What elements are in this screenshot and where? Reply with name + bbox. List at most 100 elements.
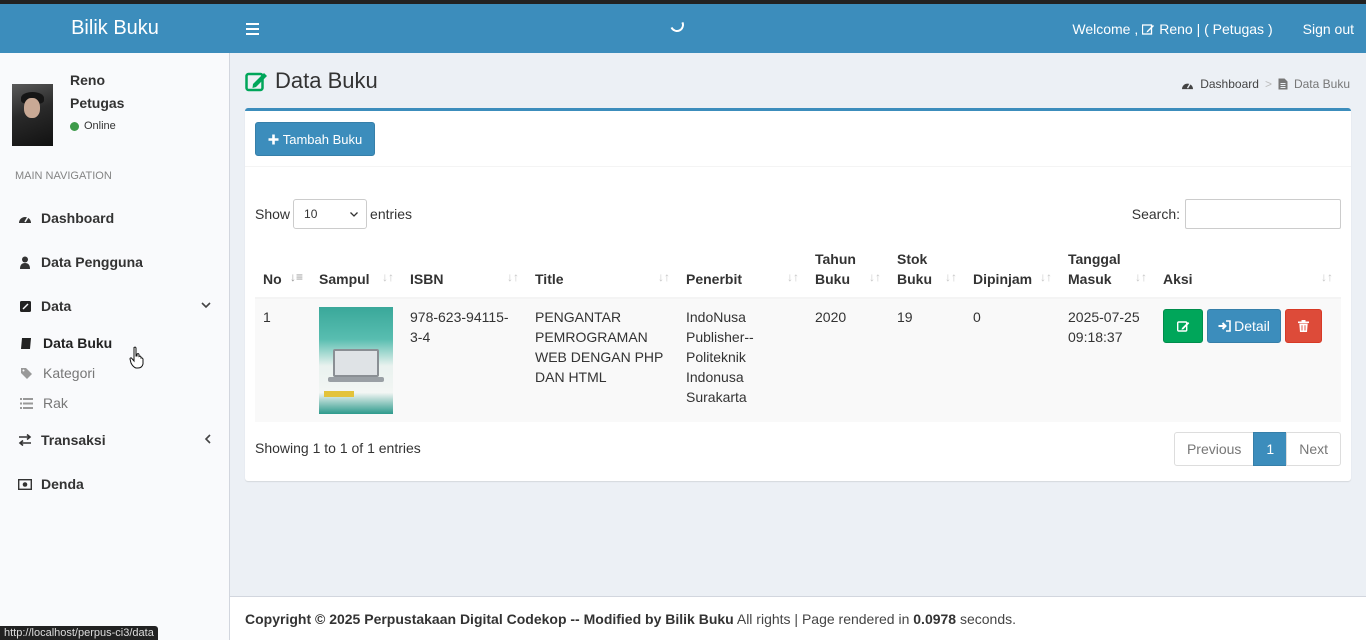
cell-no: 1 bbox=[255, 298, 311, 422]
breadcrumb-home[interactable]: Dashboard bbox=[1200, 77, 1259, 91]
edit-button[interactable] bbox=[1163, 309, 1203, 343]
page-loading-bar bbox=[0, 0, 1366, 4]
sidebar: Reno Petugas Online MAIN NAVIGATION Dash… bbox=[0, 53, 230, 640]
table-header-row: No ↓≡ Sampul ↓↑ ISBN ↓↑ Title ↓↑ Penerbit ↓↑ … bbox=[255, 240, 1341, 299]
column-header-title[interactable]: Title ↓↑ bbox=[527, 240, 678, 299]
page-title: Data Buku bbox=[245, 68, 378, 94]
column-label: Dipinjam bbox=[973, 271, 1033, 287]
detail-button[interactable]: Detail bbox=[1207, 309, 1281, 343]
breadcrumb-separator: > bbox=[1264, 77, 1272, 91]
pagination-previous[interactable]: Previous bbox=[1173, 432, 1255, 466]
sidebar-subitem-label: Data Buku bbox=[43, 335, 113, 351]
user-status: Online bbox=[70, 120, 116, 132]
money-icon bbox=[18, 477, 32, 491]
edit-icon bbox=[245, 72, 267, 92]
column-label: ISBN bbox=[410, 271, 444, 287]
main-header: Bilik Buku Welcome , Reno | ( Petugas ) … bbox=[0, 4, 1366, 53]
sort-icon: ↓↑ bbox=[658, 270, 670, 284]
sidebar-toggle-icon[interactable] bbox=[230, 4, 274, 53]
pagination-next[interactable]: Next bbox=[1286, 432, 1341, 466]
trash-icon bbox=[1298, 320, 1309, 332]
cell-title: PENGANTAR PEMROGRAMAN WEB DENGAN PHP DAN… bbox=[527, 298, 678, 422]
book-icon bbox=[18, 299, 32, 313]
sort-icon: ↓≡ bbox=[289, 270, 303, 284]
pagination-page-1[interactable]: 1 bbox=[1253, 432, 1288, 466]
column-header-dipinjam[interactable]: Dipinjam ↓↑ bbox=[965, 240, 1060, 299]
entries-length: Show 10 entries bbox=[255, 199, 412, 229]
user-panel: Reno Petugas Online bbox=[0, 53, 229, 163]
column-label: Tahun Buku bbox=[815, 251, 856, 287]
footer: Copyright © 2025 Perpustakaan Digital Co… bbox=[230, 596, 1366, 640]
cell-stok: 19 bbox=[889, 298, 965, 422]
loading-spinner-icon bbox=[668, 16, 686, 34]
nav-header: MAIN NAVIGATION bbox=[15, 170, 112, 182]
user-icon bbox=[18, 255, 32, 269]
column-header-aksi[interactable]: Aksi ↓↑ bbox=[1155, 240, 1341, 299]
column-header-sampul[interactable]: Sampul ↓↑ bbox=[311, 240, 402, 299]
sidebar-item-denda[interactable]: Denda bbox=[0, 462, 229, 506]
footer-suffix: seconds. bbox=[956, 610, 1017, 627]
brand-logo[interactable]: Bilik Buku bbox=[0, 4, 230, 53]
sidebar-subitem-label: Kategori bbox=[43, 365, 96, 381]
cell-penerbit: IndoNusa Publisher--Politeknik Indonusa … bbox=[678, 298, 807, 422]
footer-copyright: Copyright © 2025 Perpustakaan Digital Co… bbox=[245, 610, 734, 627]
sort-icon: ↓↑ bbox=[869, 270, 881, 284]
column-header-no[interactable]: No ↓≡ bbox=[255, 240, 311, 299]
sidebar-subitem-kategori[interactable]: Kategori bbox=[20, 358, 95, 388]
breadcrumb: Dashboard > Data Buku bbox=[1181, 77, 1350, 91]
cell-tahun: 2020 bbox=[807, 298, 889, 422]
sidebar-subitem-data-buku[interactable]: Data Buku bbox=[20, 328, 112, 358]
sort-icon: ↓↑ bbox=[507, 270, 519, 284]
table-row: 1 978-623-94115-3-4 PENGANTAR PEMROGRAMA… bbox=[255, 298, 1341, 422]
entries-select[interactable]: 10 bbox=[293, 199, 368, 229]
entries-label: entries bbox=[370, 206, 413, 222]
welcome-text[interactable]: Welcome , Reno | ( Petugas ) bbox=[1072, 21, 1272, 37]
avatar bbox=[12, 84, 53, 146]
column-header-isbn[interactable]: ISBN ↓↑ bbox=[402, 240, 527, 299]
sort-icon: ↓↑ bbox=[1135, 270, 1147, 284]
welcome-prefix: Welcome , bbox=[1072, 20, 1139, 37]
cell-aksi: Detail bbox=[1155, 298, 1341, 422]
welcome-user: Reno | ( Petugas ) bbox=[1159, 20, 1273, 37]
user-name: Reno bbox=[70, 72, 105, 88]
search-input[interactable] bbox=[1185, 199, 1341, 229]
cell-dipinjam: 0 bbox=[965, 298, 1060, 422]
box-header: Tambah Buku bbox=[245, 111, 1351, 167]
search-label: Search: bbox=[1131, 206, 1180, 222]
column-header-stok-buku[interactable]: Stok Buku ↓↑ bbox=[889, 240, 965, 299]
sidebar-item-label: Data Pengguna bbox=[41, 254, 143, 270]
detail-label: Detail bbox=[1234, 318, 1270, 334]
sort-icon: ↓↑ bbox=[787, 270, 799, 284]
sidebar-item-data[interactable]: Data bbox=[0, 284, 229, 328]
sort-icon: ↓↑ bbox=[945, 270, 957, 284]
cell-tanggal: 2025-07-25 09:18:37 bbox=[1060, 298, 1155, 422]
chevron-down-icon bbox=[350, 211, 358, 217]
sidebar-item-label: Data bbox=[41, 298, 72, 314]
sidebar-item-data-pengguna[interactable]: Data Pengguna bbox=[0, 240, 229, 284]
exchange-icon bbox=[18, 433, 32, 447]
add-book-button[interactable]: Tambah Buku bbox=[255, 122, 375, 156]
column-label: Penerbit bbox=[686, 271, 743, 287]
column-header-penerbit[interactable]: Penerbit ↓↑ bbox=[678, 240, 807, 299]
sort-icon: ↓↑ bbox=[1321, 270, 1333, 284]
online-dot-icon bbox=[70, 121, 79, 131]
sidebar-item-dashboard[interactable]: Dashboard bbox=[0, 196, 229, 240]
cell-sampul bbox=[311, 298, 402, 422]
user-status-text: Online bbox=[84, 120, 116, 132]
book-icon bbox=[20, 337, 34, 350]
dashboard-icon bbox=[18, 211, 32, 225]
column-header-tahun-buku[interactable]: Tahun Buku ↓↑ bbox=[807, 240, 889, 299]
breadcrumb-current: Data Buku bbox=[1293, 77, 1350, 91]
plus-icon bbox=[268, 134, 279, 144]
sidebar-subitem-rak[interactable]: Rak bbox=[20, 388, 68, 418]
column-header-tanggal-masuk[interactable]: Tanggal Masuk ↓↑ bbox=[1060, 240, 1155, 299]
signout-link[interactable]: Sign out bbox=[1303, 21, 1354, 37]
edit-icon bbox=[1142, 23, 1155, 35]
sidebar-subitem-label: Rak bbox=[43, 395, 68, 411]
table-info: Showing 1 to 1 of 1 entries bbox=[255, 440, 421, 456]
sidebar-item-transaksi[interactable]: Transaksi bbox=[0, 418, 229, 462]
column-label: Title bbox=[535, 271, 564, 287]
book-cover-image[interactable] bbox=[319, 307, 393, 414]
sidebar-item-label: Denda bbox=[41, 476, 84, 492]
delete-button[interactable] bbox=[1285, 309, 1322, 343]
